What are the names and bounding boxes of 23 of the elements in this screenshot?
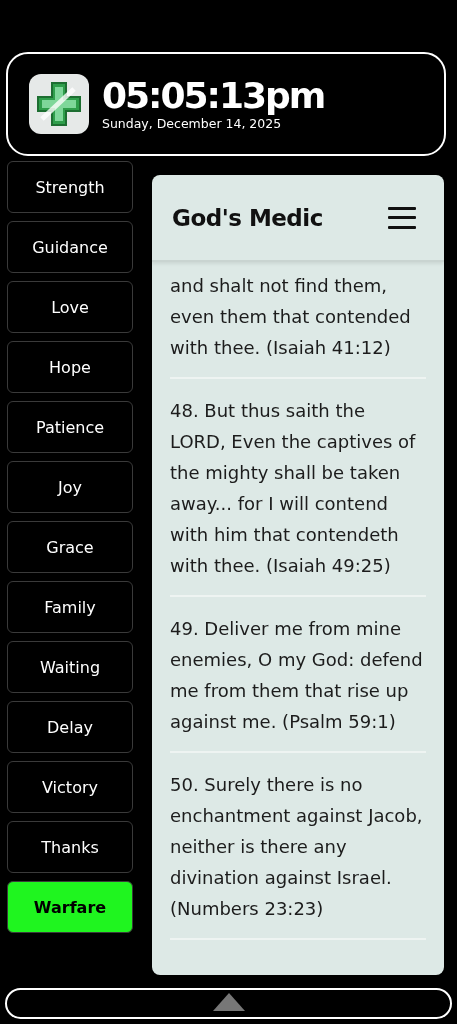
menu-icon[interactable] <box>388 206 416 229</box>
verse-text: 50. Surely there is no enchantment against Jacob, neither is there any divination against Israel. (Numbers 23:23) <box>170 753 426 940</box>
category-button[interactable]: Patience <box>7 401 133 453</box>
category-button[interactable]: Hope <box>7 341 133 393</box>
category-button[interactable]: Guidance <box>7 221 133 273</box>
category-button[interactable]: Love <box>7 281 133 333</box>
category-button[interactable]: Thanks <box>7 821 133 873</box>
verse-text: 49. Deliver me from mine enemies, O my God: defend me from them that rise up against me. (Psalm 59:1) <box>170 597 426 753</box>
category-button[interactable]: Family <box>7 581 133 633</box>
category-button[interactable]: Warfare <box>7 881 133 933</box>
verse-text: 48. But thus saith the LORD, Even the captives of the mighty shall be taken away... for I will contend with him that contendeth with thee. (Isaiah 49:25) <box>170 379 426 597</box>
medical-cross-logo-icon <box>28 73 90 135</box>
category-button[interactable]: Strength <box>7 161 133 213</box>
clock-time: 05:05:13pm <box>102 76 325 115</box>
clock-date: Sunday, December 14, 2025 <box>102 116 283 132</box>
up-triangle-icon[interactable] <box>211 992 246 1012</box>
category-button[interactable]: Grace <box>7 521 133 573</box>
category-button[interactable]: Victory <box>7 761 133 813</box>
verse-text: and shalt not find them, even them that contended with thee. (Isaiah 41:12) <box>170 262 426 379</box>
category-button[interactable]: Joy <box>7 461 133 513</box>
category-button[interactable]: Waiting <box>7 641 133 693</box>
app-title: God's Medic <box>172 204 323 231</box>
category-button[interactable]: Delay <box>7 701 133 753</box>
